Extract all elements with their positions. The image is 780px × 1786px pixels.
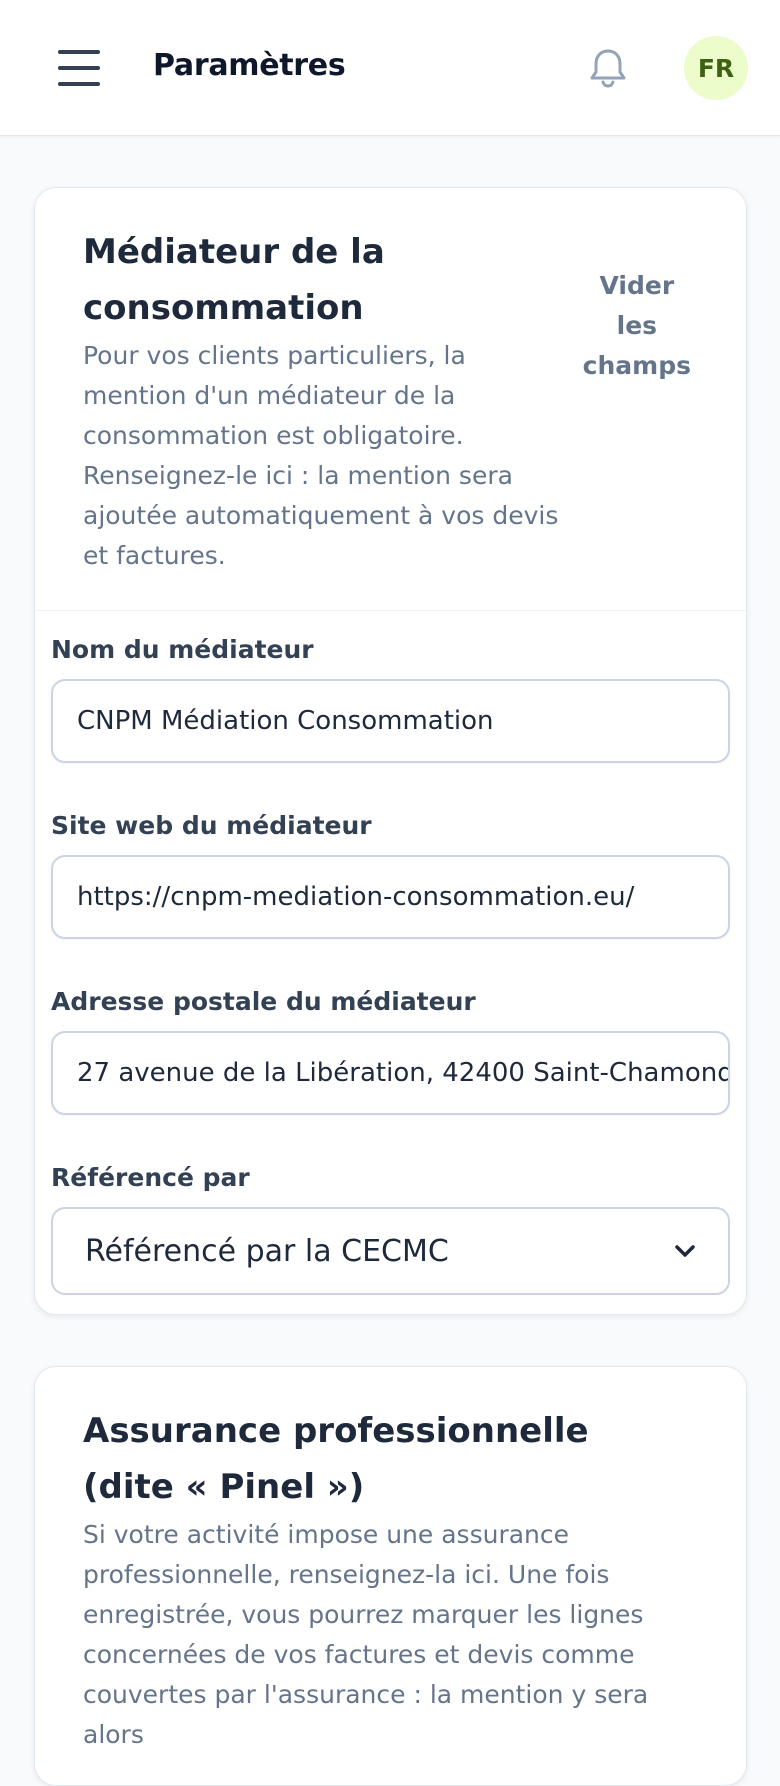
mediator-card: Médiateur de la consommation Pour vos cl… <box>34 187 747 1315</box>
chevron-down-icon <box>675 1245 695 1257</box>
mediator-website-field-group: Site web du médiateur https://cnpm-media… <box>35 809 746 939</box>
clear-fields-button[interactable]: Vider les champs <box>576 266 698 576</box>
referenced-by-select[interactable]: Référencé par la CECMC <box>51 1207 730 1295</box>
referenced-by-label: Référencé par <box>51 1163 250 1192</box>
insurance-title: Assurance professionnelle (dite « Pinel … <box>83 1411 589 1507</box>
divider <box>35 610 746 611</box>
bell-icon[interactable] <box>588 46 628 90</box>
mediator-address-field-group: Adresse postale du médiateur 27 avenue d… <box>35 985 746 1115</box>
mediator-address-label: Adresse postale du médiateur <box>51 987 476 1016</box>
insurance-card: Assurance professionnelle (dite « Pinel … <box>34 1366 747 1786</box>
avatar[interactable]: FR <box>684 36 748 100</box>
insurance-description: Si votre activité impose une assurance p… <box>83 1520 649 1749</box>
referenced-by-value: Référencé par la CECMC <box>85 1233 449 1269</box>
mediator-title: Médiateur de la consommation <box>83 232 385 328</box>
mediator-website-label: Site web du médiateur <box>51 811 372 840</box>
top-app-bar: Paramètres FR <box>0 0 780 136</box>
mediator-name-label: Nom du médiateur <box>51 635 314 664</box>
mediator-description: Pour vos clients particuliers, la mentio… <box>83 341 559 570</box>
menu-icon[interactable] <box>58 50 100 86</box>
mediator-name-input[interactable]: CNPM Médiation Consommation <box>51 679 730 763</box>
mediator-website-input[interactable]: https://cnpm-mediation-consommation.eu/ <box>51 855 730 939</box>
page-title: Paramètres <box>153 48 346 83</box>
referenced-by-field-group: Référencé par Référencé par la CECMC <box>35 1161 746 1295</box>
mediator-name-field-group: Nom du médiateur CNPM Médiation Consomma… <box>35 633 746 763</box>
mediator-address-input[interactable]: 27 avenue de la Libération, 42400 Saint-… <box>51 1031 730 1115</box>
